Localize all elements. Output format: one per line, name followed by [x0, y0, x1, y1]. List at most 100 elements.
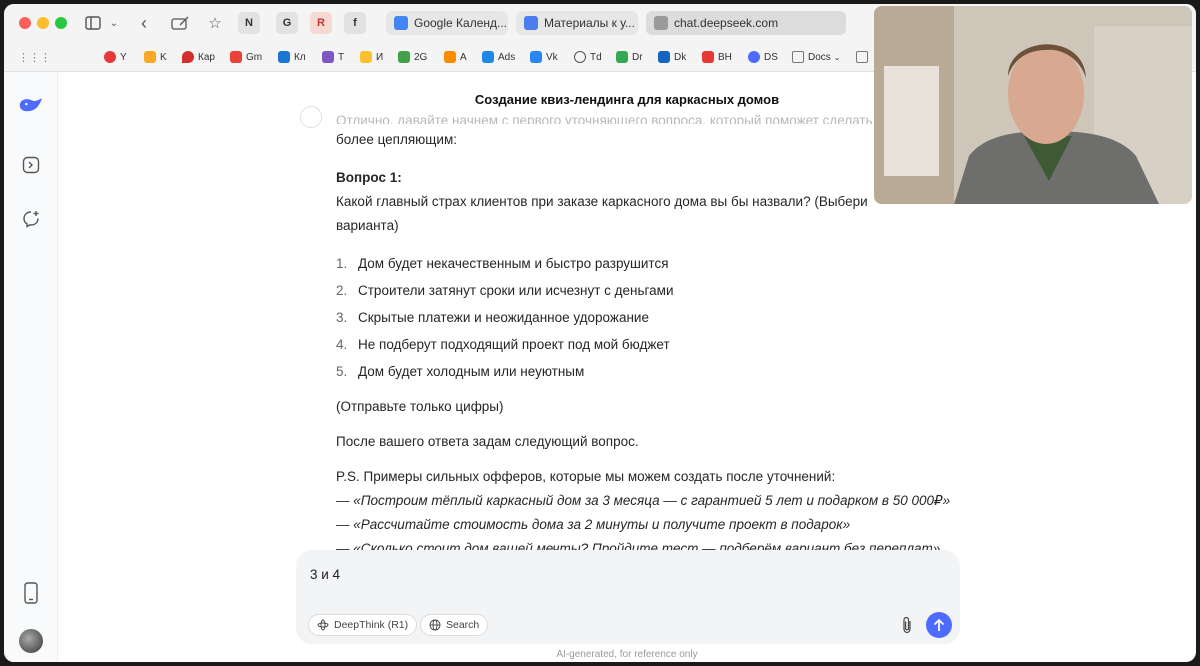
bookmark-label: Vk — [546, 51, 558, 63]
bookmark-label: Dk — [674, 51, 687, 63]
question-text-tail: варианта) — [336, 218, 399, 233]
vk-icon — [530, 51, 542, 63]
bookmark-y[interactable]: Y — [104, 49, 127, 65]
faded-text: Отлично, давайте начнем с первого уточня… — [336, 114, 873, 124]
window-minimize-button[interactable] — [37, 17, 49, 29]
message-input-box[interactable]: 3 и 4 DeepThink (R1) Search — [296, 550, 960, 644]
tab-deepseek[interactable]: chat.deepseek.com — [646, 11, 846, 35]
arrow-up-icon — [933, 618, 945, 631]
bookmark-vn[interactable]: ВН — [702, 49, 732, 65]
collapse-sidebar-icon[interactable] — [18, 152, 44, 178]
sidebar-toggle-icon[interactable] — [84, 13, 102, 33]
docs-icon — [524, 16, 538, 30]
deepthink-label: DeepThink (R1) — [334, 619, 409, 631]
bookmark-i[interactable]: И — [360, 49, 383, 65]
deepseek-icon — [748, 51, 760, 63]
bookmark-icon — [482, 51, 494, 63]
search-label: Search — [446, 619, 480, 631]
option-text: Дом будет холодным или неуютным — [358, 363, 585, 379]
numbers-hint: (Отправьте только цифры) — [336, 399, 504, 414]
bookmark-label: Docs — [808, 51, 831, 63]
paperclip-icon[interactable] — [896, 614, 918, 636]
globe-icon — [429, 619, 441, 631]
compose-icon[interactable] — [170, 13, 190, 33]
window-close-button[interactable] — [19, 17, 31, 29]
folder-icon — [792, 51, 804, 63]
webcam-video-overlay — [874, 6, 1192, 204]
question-text: Какой главный страх клиентов при заказе … — [336, 194, 868, 209]
option-text: Дом будет некачественным и быстро разруш… — [358, 255, 669, 271]
assistant-avatar-icon — [300, 106, 322, 128]
bookmark-kl[interactable]: Кл — [278, 49, 306, 65]
star-icon[interactable]: ☆ — [206, 13, 224, 33]
bookmark-icon — [144, 51, 156, 63]
new-chat-icon[interactable] — [18, 206, 44, 232]
bookmark-t[interactable]: Т — [322, 49, 344, 65]
bookmark-td[interactable]: Td — [574, 49, 602, 65]
offer-line: — «Рассчитайте стоимость дома за 2 минут… — [336, 517, 851, 532]
intro-text: более цепляющим: — [336, 132, 457, 147]
bookmark-deepseek[interactable]: DS — [748, 49, 778, 65]
tab-google-calendar[interactable]: Google Календ... — [386, 11, 508, 35]
deepthink-button[interactable]: DeepThink (R1) — [308, 614, 418, 636]
bookmark-icon — [702, 51, 714, 63]
chevron-down-icon[interactable]: ⌄ — [108, 13, 120, 33]
apps-grid-icon[interactable]: ⋮⋮⋮ — [18, 49, 51, 65]
bookmark-label: 2G — [414, 51, 428, 63]
bookmark-label: Кл — [294, 51, 306, 63]
bookmark-dk[interactable]: Dk — [658, 49, 686, 65]
disclaimer: AI-generated, for reference only — [556, 649, 698, 660]
options-list: 1. Дом будет некачественным и быстро разр… — [336, 250, 956, 385]
bookmark-2g[interactable]: 2G — [398, 49, 427, 65]
message-input[interactable]: 3 и 4 — [310, 567, 340, 582]
bookmark-drive[interactable]: Dr — [616, 49, 643, 65]
bookmark-icon — [658, 51, 670, 63]
bookmark-label: Gm — [246, 51, 263, 63]
list-item: 3. Скрытые платежи и неожиданное удорожан… — [336, 304, 956, 331]
bookmark-label: Y — [120, 51, 127, 63]
drive-icon — [616, 51, 628, 63]
offer-line: — «Построим тёплый каркасный дом за 3 ме… — [336, 493, 951, 508]
option-text: Не подберут подходящий проект под мой бю… — [358, 336, 670, 352]
back-arrow-icon[interactable]: ‹ — [136, 13, 152, 33]
window-maximize-button[interactable] — [55, 17, 67, 29]
bookmark-vk[interactable]: Vk — [530, 49, 558, 65]
bookmark-label: И — [376, 51, 384, 63]
bookmark-icon — [444, 51, 456, 63]
bookmark-label: K — [160, 51, 167, 63]
page-icon — [654, 16, 668, 30]
bookmark-label: А — [460, 51, 467, 63]
bookmark-label: Кар — [198, 51, 215, 63]
bookmark-gmail[interactable]: Gm — [230, 49, 262, 65]
bookmark-folder-docs[interactable]: Docs ⌄ — [792, 49, 841, 65]
sidebar — [4, 72, 58, 662]
user-avatar[interactable] — [18, 628, 44, 654]
bookmark-icon — [104, 51, 116, 63]
option-text: Строители затянут сроки или исчезнут с д… — [358, 282, 674, 298]
tab-materials[interactable]: Материалы к у... — [516, 11, 638, 35]
folder-icon — [856, 51, 868, 63]
calendar-icon — [394, 16, 408, 30]
bookmark-ads[interactable]: Ads — [482, 49, 515, 65]
deepseek-logo-icon[interactable] — [18, 92, 44, 118]
search-button[interactable]: Search — [420, 614, 489, 636]
tab-label: Материалы к у... — [544, 16, 635, 30]
list-item: 5. Дом будет холодным или неуютным — [336, 358, 956, 385]
list-item: 1. Дом будет некачественным и быстро разр… — [336, 250, 956, 277]
bookmark-folder[interactable] — [856, 49, 872, 65]
bookmark-a[interactable]: А — [444, 49, 467, 65]
chevron-down-icon: ⌄ — [833, 52, 841, 62]
pinned-tab-notion-icon[interactable]: N — [238, 12, 260, 34]
pinned-tab-g-icon[interactable]: G — [276, 12, 298, 34]
gmail-icon — [230, 51, 242, 63]
bookmark-icon — [278, 51, 290, 63]
send-button[interactable] — [926, 612, 952, 638]
ps-text: P.S. Примеры сильных офферов, которые мы… — [336, 469, 836, 484]
bookmark-maps[interactable]: Кар — [182, 49, 215, 65]
pinned-tab-r-icon[interactable]: R — [310, 12, 332, 34]
after-answer-text: После вашего ответа задам следующий вопр… — [336, 434, 639, 449]
bookmark-k[interactable]: K — [144, 49, 167, 65]
pinned-tab-f-icon[interactable]: f — [344, 12, 366, 34]
mobile-app-icon[interactable] — [18, 580, 44, 606]
bookmark-icon — [398, 51, 410, 63]
